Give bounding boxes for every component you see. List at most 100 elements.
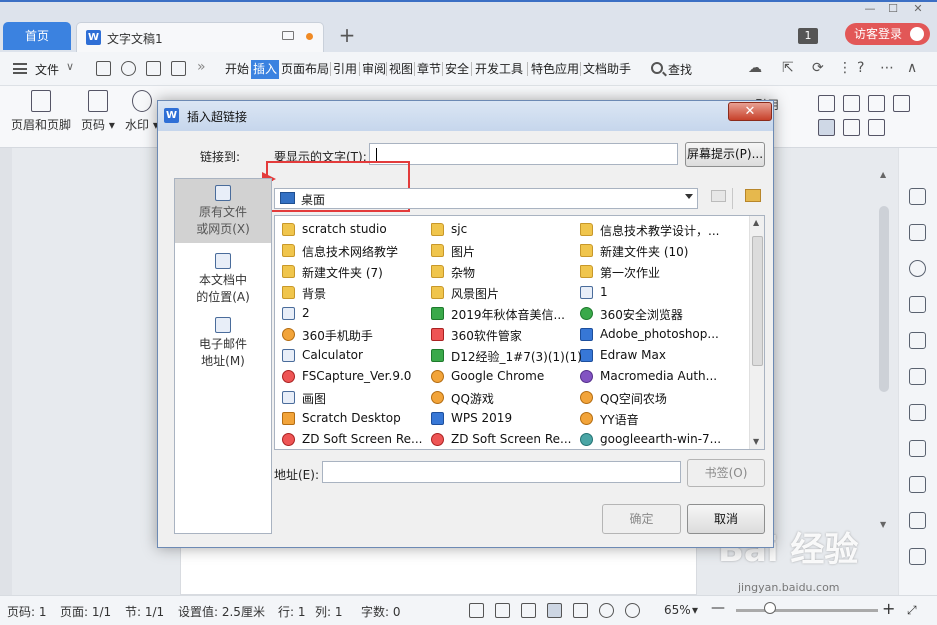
pen-icon[interactable] (909, 188, 926, 205)
more-dots-icon[interactable]: ⋯ (880, 60, 894, 76)
file-list-item[interactable]: 2 (282, 304, 427, 324)
new-tab-button[interactable]: + (336, 24, 358, 46)
layers-icon[interactable] (909, 332, 926, 349)
file-list-item[interactable]: D12经验_1#7(3)(1)(1) (431, 346, 582, 366)
sliders-icon[interactable] (909, 476, 926, 493)
file-list-item[interactable]: 杂物 (431, 262, 576, 282)
zoom-out-icon[interactable]: — (711, 600, 725, 616)
tab-document[interactable]: W 文字文稿1 (76, 22, 324, 52)
share-icon[interactable]: ⇱ (782, 60, 794, 76)
file-list-item[interactable]: 图片 (431, 241, 576, 261)
status-page-number[interactable]: 页码: 1 (7, 603, 47, 620)
file-list-item[interactable]: 风景图片 (431, 283, 576, 303)
shapes-icon[interactable] (909, 296, 926, 313)
more-options-icon[interactable]: ⋮ (838, 60, 852, 76)
file-list-item[interactable]: 360软件管家 (431, 325, 576, 345)
display-text-input[interactable] (369, 143, 678, 165)
reading-mode-icon[interactable] (495, 603, 510, 618)
tab-insert[interactable]: 插入 (251, 60, 280, 79)
tab-page-layout[interactable]: 页面布局 (281, 60, 329, 79)
up-one-level-icon[interactable] (711, 190, 726, 202)
file-list-item[interactable]: googleearth-win-7... (580, 430, 745, 449)
file-list-item[interactable]: 新建文件夹 (10) (580, 241, 745, 261)
web-view-icon[interactable] (599, 603, 614, 618)
fullscreen-icon[interactable] (469, 603, 484, 618)
fit-window-icon[interactable]: ⤢ (907, 603, 917, 618)
chevron-down-icon[interactable]: ∨ (66, 60, 74, 73)
scroll-thumb[interactable] (879, 206, 889, 392)
tab-security[interactable]: 安全 (445, 60, 469, 79)
nav-email-address[interactable]: 电子邮件 地址(M) (175, 311, 271, 375)
search-icon[interactable] (651, 62, 663, 74)
page-number-button[interactable]: 页码 ▾ (81, 90, 115, 133)
browse-folder-icon[interactable] (745, 189, 761, 202)
zoom-slider[interactable] (736, 609, 878, 612)
file-list-item[interactable]: 第一次作业 (580, 262, 745, 282)
checkbox-icon[interactable] (843, 95, 860, 112)
lock-icon[interactable] (868, 119, 885, 136)
export-icon[interactable] (121, 61, 136, 76)
look-in-combo[interactable]: 桌面 (274, 188, 698, 209)
file-list-scrollbar[interactable]: ▲ ▼ (749, 216, 764, 449)
print-preview-icon[interactable] (171, 61, 186, 76)
edit-mode-icon[interactable] (521, 603, 536, 618)
tab-special[interactable]: 特色应用 (531, 60, 579, 79)
scroll-down-icon[interactable]: ▼ (753, 437, 759, 446)
file-list-item[interactable]: 背景 (282, 283, 427, 303)
help-icon[interactable]: ? (857, 60, 864, 76)
file-list-item[interactable]: 信息技术教学设计，... (580, 220, 745, 240)
minimize-icon[interactable]: — (862, 2, 878, 16)
zoom-in-icon[interactable]: + (882, 599, 895, 618)
status-setting[interactable]: 设置值: 2.5厘米 (178, 603, 265, 620)
tab-developer[interactable]: 开发工具 (475, 60, 523, 79)
file-list-item[interactable]: ZD Soft Screen Re... (431, 430, 576, 449)
login-button[interactable]: 访客登录 (845, 23, 930, 45)
window-count-badge[interactable]: 1 (798, 28, 818, 44)
status-page-count[interactable]: 页面: 1/1 (60, 603, 111, 620)
tab-references[interactable]: 引用 (333, 60, 357, 79)
bookmark-button[interactable]: 书签(O) (687, 459, 765, 487)
zoom-level[interactable]: 65% (664, 603, 691, 617)
file-list-item[interactable]: 360手机助手 (282, 325, 427, 345)
cloud-icon[interactable]: ☁ (748, 60, 762, 76)
more-icon[interactable]: » (197, 59, 206, 75)
scroll-up-icon[interactable]: ▲ (880, 170, 886, 179)
file-list-item[interactable]: QQ游戏 (431, 388, 576, 408)
tab-doc-assistant[interactable]: 文档助手 (583, 60, 631, 79)
cancel-button[interactable]: 取消 (687, 504, 765, 534)
share-out-icon[interactable] (909, 548, 926, 565)
tab-start[interactable]: 开始 (225, 60, 249, 79)
file-list-item[interactable]: Scratch Desktop (282, 409, 427, 429)
nav-existing-file-or-webpage[interactable]: 原有文件 或网页(X) (175, 179, 271, 243)
grid-icon[interactable] (909, 404, 926, 421)
file-list-item[interactable]: Edraw Max (580, 346, 745, 366)
ribbon-small-icon[interactable] (893, 95, 910, 112)
menu-file[interactable]: 文件 (35, 61, 59, 78)
image-icon[interactable] (909, 512, 926, 529)
file-list-item[interactable]: QQ空间农场 (580, 388, 745, 408)
document-scrollbar[interactable]: ▲ ▼ (876, 148, 892, 595)
dialog-close-button[interactable]: ✕ (728, 102, 772, 121)
print-icon[interactable] (146, 61, 161, 76)
file-list-item[interactable]: scratch studio (282, 220, 427, 240)
file-list-item[interactable]: WPS 2019 (431, 409, 576, 429)
file-list-item[interactable]: YY语音 (580, 409, 745, 429)
monitor-icon[interactable] (282, 31, 294, 40)
zoom-slider-handle[interactable] (764, 602, 777, 614)
file-list-item[interactable]: Calculator (282, 346, 427, 366)
file-list-item[interactable]: sjc (431, 220, 576, 240)
file-list-item[interactable]: Google Chrome (431, 367, 576, 387)
cursor-icon[interactable] (909, 224, 926, 241)
location-icon[interactable] (909, 260, 926, 277)
status-word-count[interactable]: 字数: 0 (361, 603, 401, 620)
file-list-item[interactable]: 1 (580, 283, 745, 303)
scroll-up-icon[interactable]: ▲ (753, 218, 759, 227)
status-section[interactable]: 节: 1/1 (125, 603, 164, 620)
tab-view[interactable]: 视图 (389, 60, 413, 79)
list-icon[interactable] (868, 95, 885, 112)
collapse-ribbon-icon[interactable]: ∧ (907, 60, 917, 76)
scroll-down-icon[interactable]: ▼ (880, 520, 886, 529)
ribbon-small-icon[interactable] (818, 95, 835, 112)
tab-home[interactable]: 首页 (3, 22, 71, 50)
tab-review[interactable]: 审阅 (362, 60, 386, 79)
